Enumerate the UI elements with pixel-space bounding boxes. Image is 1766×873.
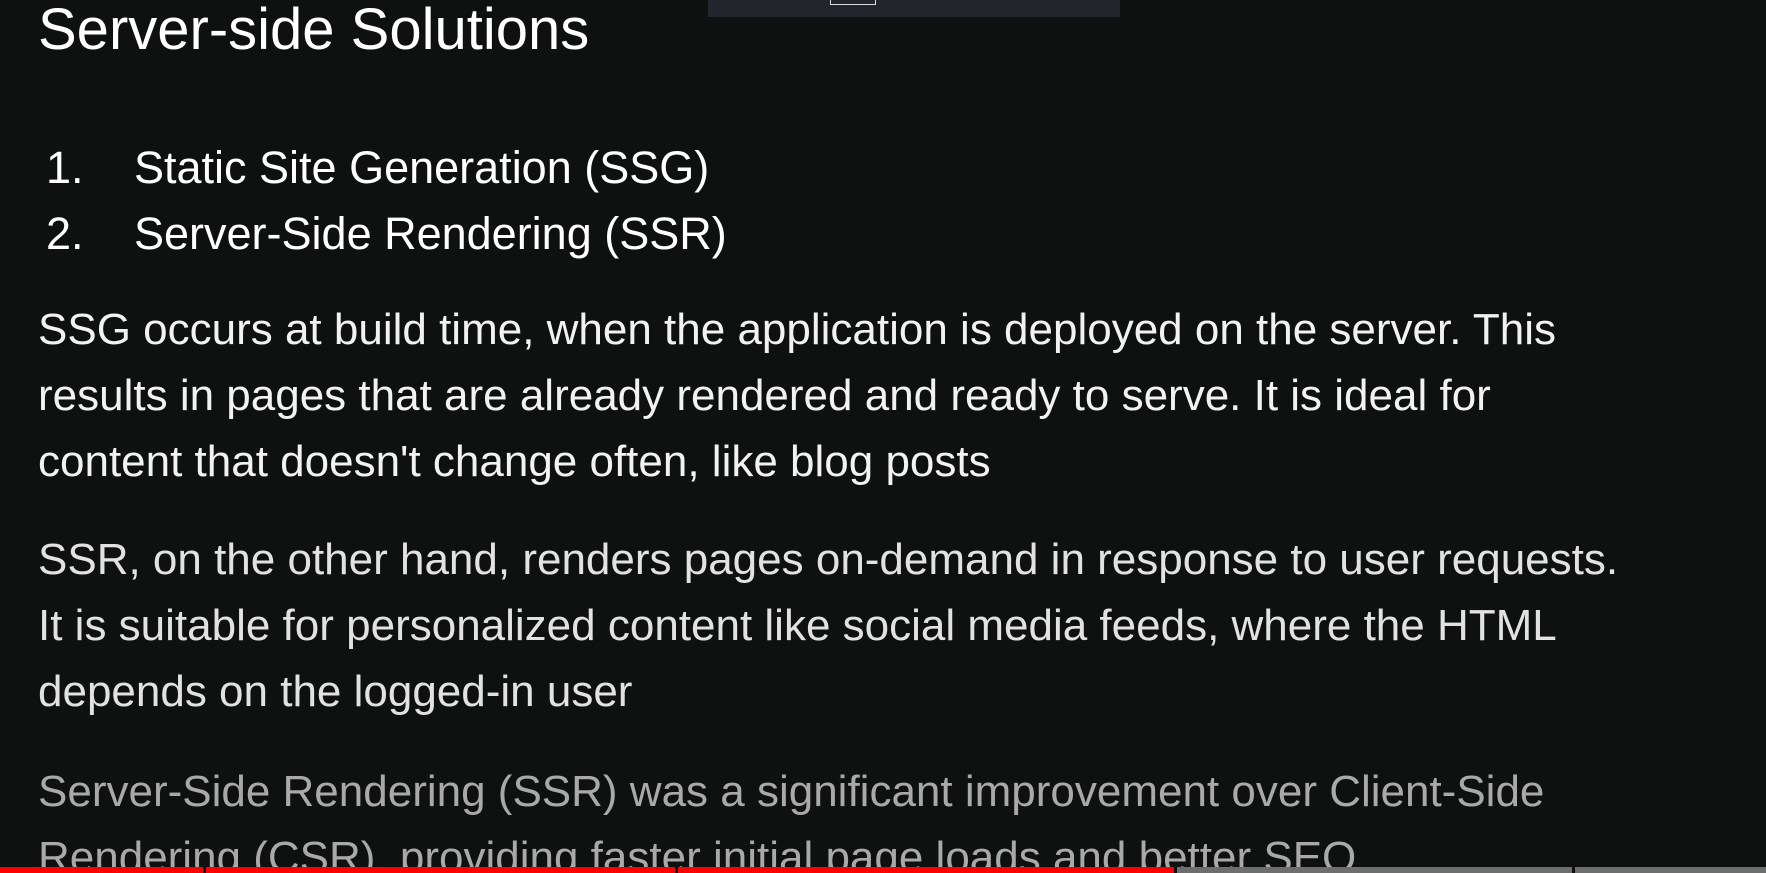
paragraph-line: depends on the logged-in user — [38, 667, 633, 716]
chapter-marker — [675, 867, 678, 873]
paragraph-line: SSR, on the other hand, renders pages on… — [38, 535, 1619, 584]
slide-title: Server-side Solutions — [38, 0, 590, 62]
list-item: 1. Static Site Generation (SSG) — [46, 135, 727, 201]
paragraph-line: results in pages that are already render… — [38, 371, 1491, 420]
paragraph-line: content that doesn't change often, like … — [38, 437, 991, 486]
overlay-handle — [830, 0, 876, 5]
list-item: 2. Server-Side Rendering (SSR) — [46, 201, 727, 267]
video-progress-bar[interactable] — [0, 867, 1766, 873]
progress-played — [0, 867, 1175, 873]
chapter-marker — [203, 867, 206, 873]
ssr-improvement-paragraph: Server-Side Rendering (SSR) was a signif… — [38, 759, 1766, 873]
chapter-marker — [1572, 867, 1575, 873]
paragraph-line: It is suitable for personalized content … — [38, 601, 1557, 650]
list-item-text: Static Site Generation (SSG) — [134, 142, 710, 193]
ssr-paragraph: SSR, on the other hand, renders pages on… — [38, 527, 1766, 725]
list-item-number: 2. — [46, 208, 84, 259]
paragraph-line: Server-Side Rendering (SSR) was a signif… — [38, 767, 1545, 816]
ssg-paragraph: SSG occurs at build time, when the appli… — [38, 297, 1766, 495]
list-item-number: 1. — [46, 142, 84, 193]
paragraph-line: Rendering (CSR), providing faster initia… — [38, 833, 1369, 873]
paragraph-line: SSG occurs at build time, when the appli… — [38, 305, 1557, 354]
video-top-overlay — [708, 0, 1120, 17]
chapter-marker — [1174, 867, 1177, 873]
solutions-list: 1. Static Site Generation (SSG) 2. Serve… — [46, 135, 727, 267]
list-item-text: Server-Side Rendering (SSR) — [134, 208, 727, 259]
